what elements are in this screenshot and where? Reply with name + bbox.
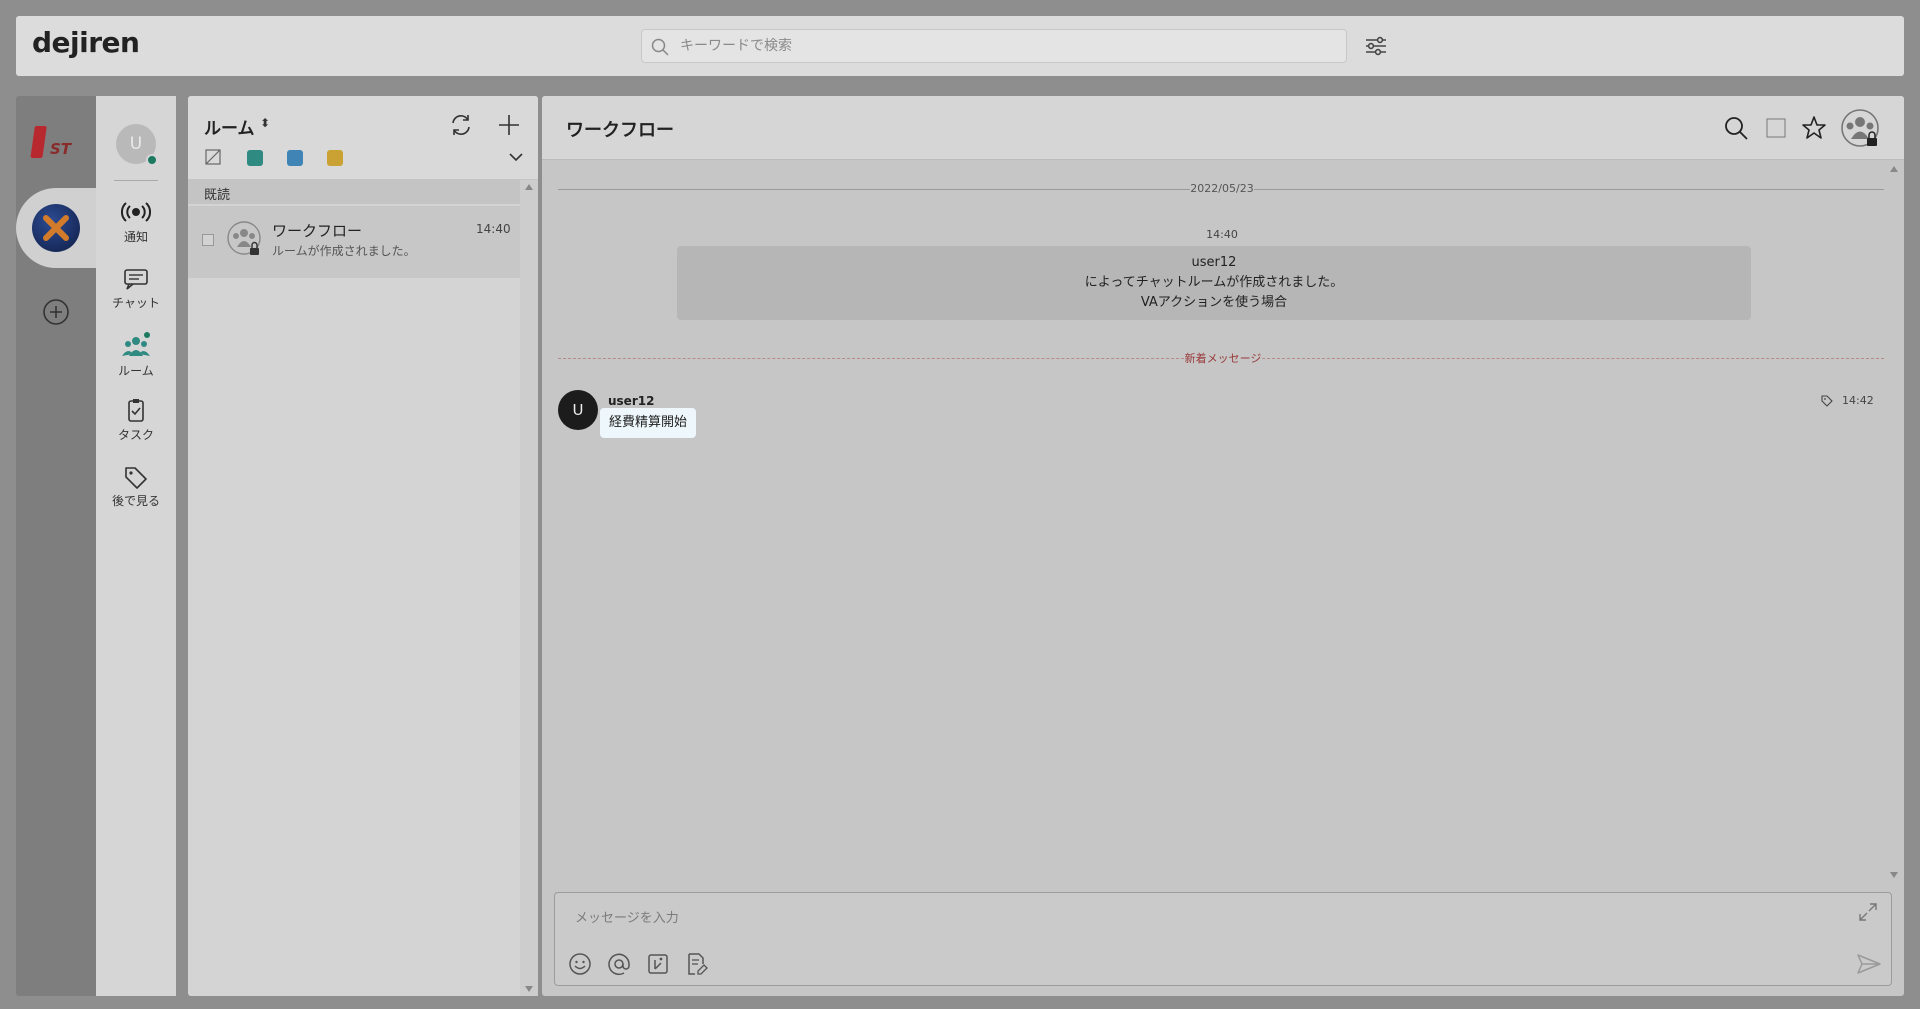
message-input[interactable] [575,907,1835,929]
scroll-up-arrow-icon[interactable] [525,184,533,190]
date-divider-label: 2022/05/23 [1190,182,1254,195]
online-status-dot [146,154,158,166]
tag-filter-green[interactable] [247,150,263,166]
room-preview: ルームが作成されました。 [272,244,416,258]
message-bubble[interactable]: 経費精算開始 [600,408,697,438]
room-list-header: ルーム ⬍ [188,96,538,180]
template-edit-icon[interactable] [683,951,709,977]
room-icon [122,332,150,356]
search-icon[interactable] [1722,114,1750,142]
room-time: 14:40 [476,222,511,236]
search-box[interactable] [641,29,1347,63]
nav-label: タスク [117,428,154,442]
add-room-icon[interactable] [496,112,522,138]
search-icon [651,38,669,56]
mention-icon[interactable] [606,951,632,977]
system-message-line: VAアクションを使う場合 [1140,295,1288,310]
x-mark-icon [43,215,69,241]
app-logo[interactable]: dejiren [32,26,140,59]
message-time: 14:42 [1842,394,1874,407]
message-username[interactable]: user12 [608,394,654,408]
broadcast-icon [121,202,151,222]
chat-icon [124,269,148,290]
room-name: ワークフロー [272,222,363,240]
tag-filter-yellow[interactable] [327,150,343,166]
chevron-down-icon[interactable] [506,148,526,166]
system-message-line: によってチャットルームが作成されました。 [1084,275,1344,290]
nav-chat[interactable]: チャット [96,266,176,322]
select-box-icon[interactable] [1762,114,1790,142]
no-tag-filter-icon[interactable] [204,148,222,166]
nav-watch-later[interactable]: 後で見る [96,464,176,520]
tag-icon [125,467,147,489]
sort-toggle-icon[interactable]: ⬍ [260,116,270,130]
divider [114,180,158,181]
top-header: dejiren [16,16,1904,76]
refresh-icon[interactable] [448,112,474,138]
date-divider-line [558,189,1190,190]
scroll-down-arrow-icon[interactable] [525,986,533,992]
new-messages-label: 新着メッセージ [1184,352,1262,365]
system-message-time: 14:40 [1206,228,1238,241]
add-workspace-icon[interactable] [40,296,72,328]
chat-header: ワークフロー [542,96,1904,160]
nav-label: チャット [112,296,160,310]
nav-task[interactable]: タスク [96,398,176,454]
message-composer [554,892,1892,986]
tag-filter-blue[interactable] [287,150,303,166]
workspace-x-logo[interactable] [32,204,80,252]
search-input[interactable] [680,34,1330,58]
expand-icon[interactable] [1857,901,1879,923]
section-header-read: 既読 [188,180,520,204]
svg-text:ST: ST [50,140,73,158]
filter-settings-icon[interactable] [1361,31,1391,61]
message-avatar[interactable]: U [558,390,598,430]
nav-label: 通知 [123,230,148,244]
system-message: user12 によってチャットルームが作成されました。 VAアクションを使う場合 [677,246,1751,320]
send-icon[interactable] [1855,951,1883,977]
room-list-scrollbar[interactable] [520,180,538,996]
nav-label: ルーム [118,364,154,378]
chat-scrollbar[interactable] [1886,162,1902,878]
attach-file-icon[interactable] [645,951,671,977]
chat-panel: ワークフロー 2022/05/23 14:40 user12 によってチャットル… [542,96,1904,996]
room-checkbox[interactable] [202,234,214,246]
tag-icon[interactable] [1820,394,1834,408]
new-messages-divider-line [1262,358,1884,359]
room-members-lock-icon[interactable] [1840,108,1880,148]
nav-label: 後で見る [111,494,160,508]
date-divider-line [1254,189,1884,190]
system-message-line: user12 [1191,255,1237,270]
scroll-up-arrow-icon[interactable] [1890,166,1898,172]
room-list-title: ルーム [204,119,255,139]
nav-room[interactable]: ルーム [96,332,176,388]
new-messages-divider-line [558,358,1184,359]
star-icon[interactable] [1800,114,1828,142]
task-icon [128,399,144,422]
chat-title: ワークフロー [566,120,674,141]
main-nav: U 通知 チャット ルーム タスク 後で見る [96,96,176,996]
emoji-icon[interactable] [567,951,593,977]
workspace-1st-logo[interactable]: ST [28,118,82,168]
room-group-lock-icon [227,221,261,255]
room-list-panel: ルーム ⬍ 既読 ワークフロー ルームが作成されました。 14:40 [188,96,538,996]
nav-notifications[interactable]: 通知 [96,200,176,256]
workspace-sidebar: ST [16,96,96,996]
section-label: 既読 [204,188,231,203]
scroll-down-arrow-icon[interactable] [1890,872,1898,878]
room-list-item[interactable]: ワークフロー ルームが作成されました。 14:40 [188,206,520,278]
